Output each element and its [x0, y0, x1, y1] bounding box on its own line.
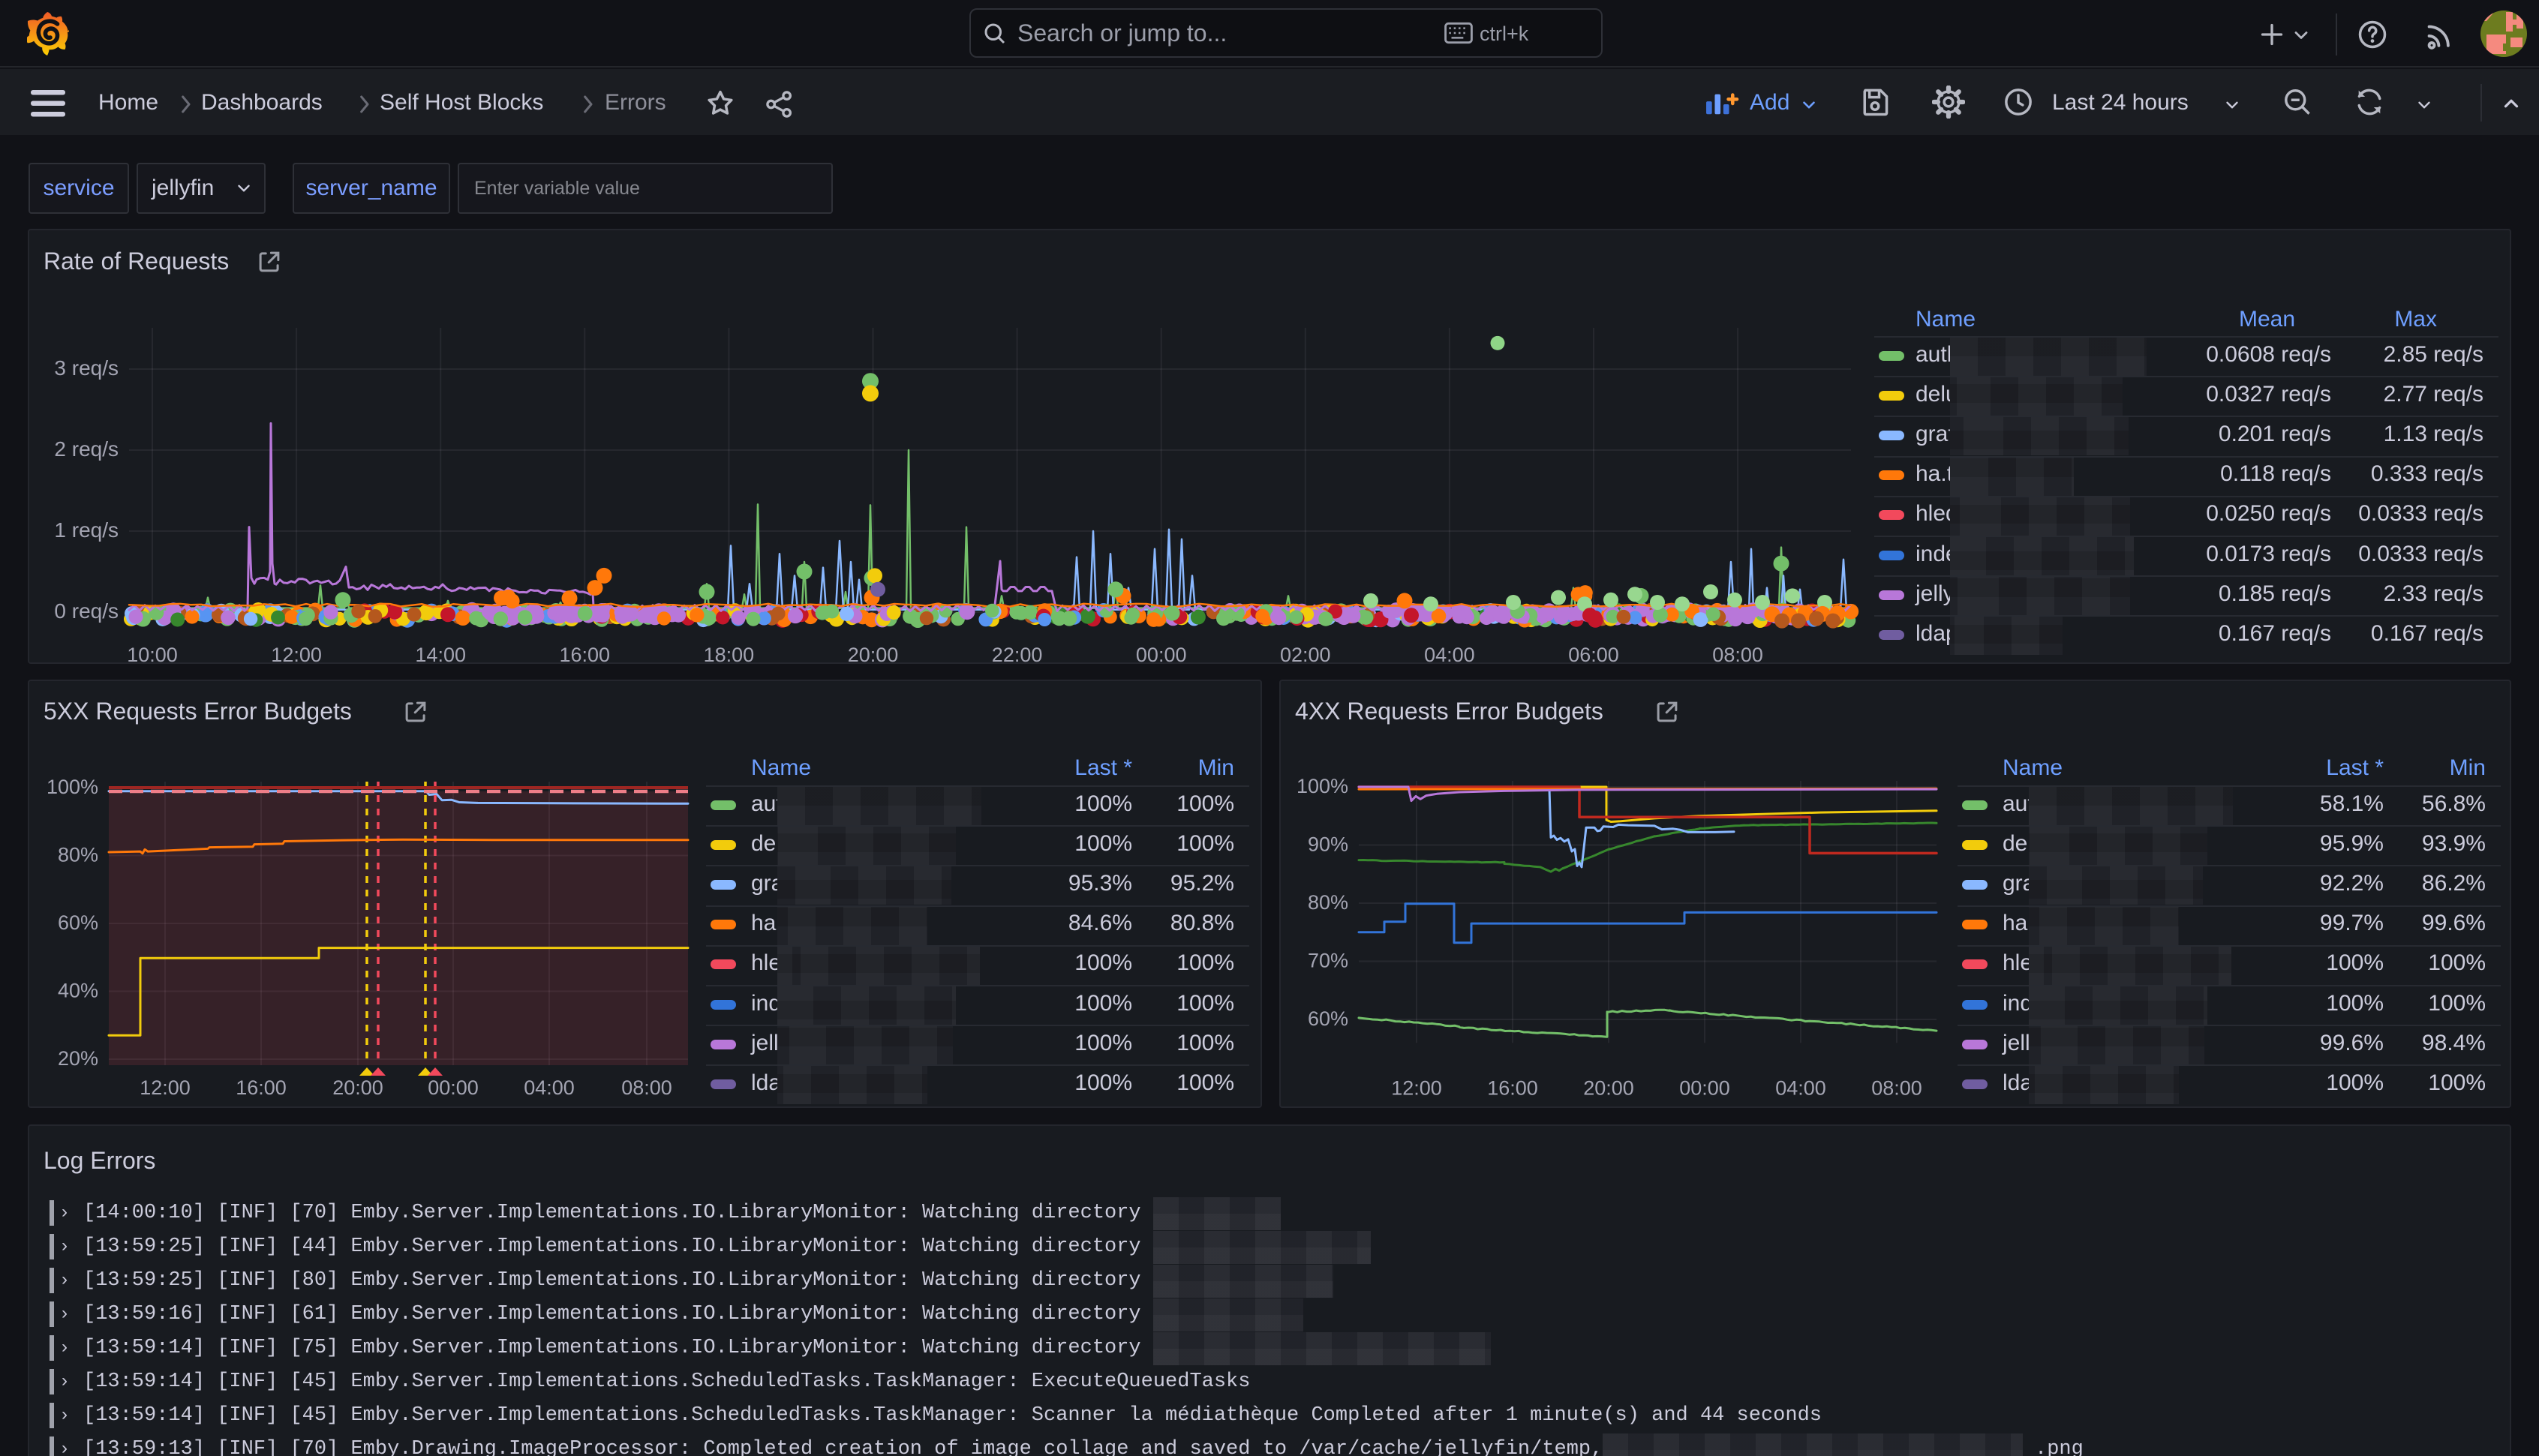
svg-text:18:00: 18:00	[704, 644, 755, 664]
svg-text:1 req/s: 1 req/s	[54, 518, 119, 542]
svg-text:12:00: 12:00	[1391, 1076, 1442, 1099]
svg-text:00:00: 00:00	[428, 1076, 479, 1099]
svg-text:00:00: 00:00	[1679, 1076, 1730, 1099]
svg-text:80%: 80%	[1308, 891, 1348, 914]
svg-text:70%: 70%	[1308, 950, 1348, 972]
svg-text:00:00: 00:00	[1136, 644, 1187, 664]
svg-text:16:00: 16:00	[1487, 1076, 1538, 1099]
svg-text:20:00: 20:00	[848, 644, 899, 664]
svg-text:90%: 90%	[1308, 833, 1348, 856]
svg-text:60%: 60%	[58, 911, 98, 934]
svg-text:08:00: 08:00	[1871, 1076, 1922, 1099]
svg-text:60%: 60%	[1308, 1007, 1348, 1030]
svg-text:20:00: 20:00	[1583, 1076, 1634, 1099]
svg-text:16:00: 16:00	[560, 644, 611, 664]
svg-text:08:00: 08:00	[1712, 644, 1763, 664]
svg-text:04:00: 04:00	[524, 1076, 575, 1099]
svg-text:40%: 40%	[58, 980, 98, 1002]
svg-text:02:00: 02:00	[1280, 644, 1331, 664]
svg-text:100%: 100%	[47, 776, 98, 798]
svg-text:04:00: 04:00	[1775, 1076, 1826, 1099]
svg-text:80%: 80%	[58, 844, 98, 866]
svg-text:06:00: 06:00	[1568, 644, 1619, 664]
svg-text:12:00: 12:00	[140, 1076, 191, 1099]
svg-text:14:00: 14:00	[415, 644, 466, 664]
svg-text:20:00: 20:00	[332, 1076, 383, 1099]
svg-text:3 req/s: 3 req/s	[54, 356, 119, 380]
svg-text:22:00: 22:00	[992, 644, 1043, 664]
svg-text:0 req/s: 0 req/s	[54, 599, 119, 623]
svg-text:16:00: 16:00	[236, 1076, 287, 1099]
svg-text:2 req/s: 2 req/s	[54, 437, 119, 461]
svg-text:12:00: 12:00	[271, 644, 322, 664]
svg-text:10:00: 10:00	[127, 644, 178, 664]
svg-text:08:00: 08:00	[621, 1076, 672, 1099]
svg-text:100%: 100%	[1297, 775, 1348, 797]
svg-text:04:00: 04:00	[1424, 644, 1475, 664]
svg-text:20%: 20%	[58, 1047, 98, 1070]
